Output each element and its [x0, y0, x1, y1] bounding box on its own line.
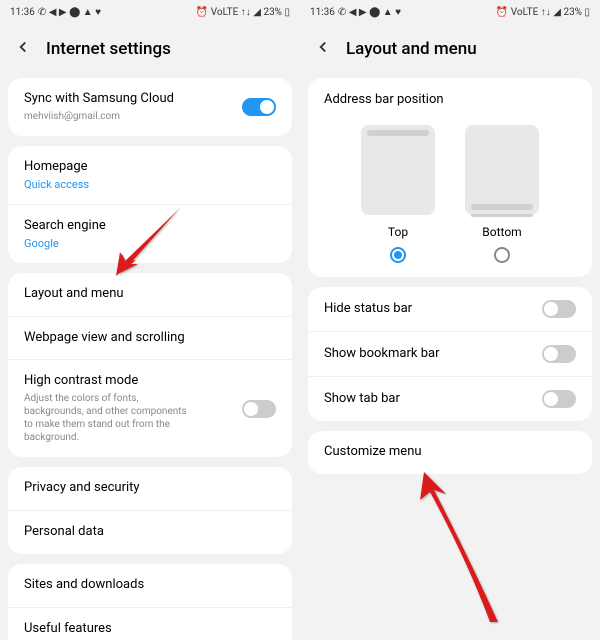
status-bar: 11:36 ✆ ◀ ▶ ⬤ ▲ ♥ ⏰ VoLTE ↑↓ ◢ 23% ▯ — [0, 0, 300, 24]
customize-card: Customize menu — [308, 431, 592, 474]
hide-status-title: Hide status bar — [324, 301, 412, 318]
header: Internet settings — [0, 24, 300, 74]
customize-menu-item[interactable]: Customize menu — [308, 431, 592, 474]
layout-menu-item[interactable]: Layout and menu — [8, 273, 292, 317]
arrow-icon — [410, 470, 510, 630]
back-icon[interactable] — [14, 38, 46, 60]
customize-title: Customize menu — [324, 444, 576, 461]
status-right-icons: ⏰ VoLTE ↑↓ ◢ 23% ▯ — [496, 7, 590, 18]
privacy-item[interactable]: Privacy and security — [8, 467, 292, 511]
bars-card: Hide status bar Show bookmark bar Show t… — [308, 287, 592, 421]
display-card: Layout and menu Webpage view and scrolli… — [8, 273, 292, 458]
status-left-icons: ✆ ◀ ▶ ⬤ ▲ ♥ — [38, 7, 101, 18]
bottom-option[interactable]: Bottom — [465, 125, 539, 263]
homepage-title: Homepage — [24, 159, 276, 176]
layout-menu-screen: 11:36 ✆ ◀ ▶ ⬤ ▲ ♥ ⏰ VoLTE ↑↓ ◢ 23% ▯ Lay… — [300, 0, 600, 640]
phone-preview-top-icon — [361, 125, 435, 215]
personal-data-item[interactable]: Personal data — [8, 511, 292, 554]
search-title: Search engine — [24, 218, 276, 235]
status-right-icons: ⏰ VoLTE ↑↓ ◢ 23% ▯ — [196, 7, 290, 18]
hide-status-item[interactable]: Hide status bar — [308, 287, 592, 332]
layout-title: Layout and menu — [24, 286, 276, 303]
page-title: Internet settings — [46, 39, 171, 59]
tab-bar-item[interactable]: Show tab bar — [308, 377, 592, 421]
features-card: Sites and downloads Useful features Labs — [8, 564, 292, 640]
address-bar-label: Address bar position — [308, 78, 592, 117]
tab-title: Show tab bar — [324, 391, 400, 408]
privacy-title: Privacy and security — [24, 480, 276, 497]
homepage-sub: Quick access — [24, 178, 276, 191]
bottom-radio[interactable] — [494, 247, 510, 263]
bookmark-bar-item[interactable]: Show bookmark bar — [308, 332, 592, 377]
status-time: 11:36 — [10, 7, 35, 18]
useful-item[interactable]: Useful features — [8, 608, 292, 640]
hide-status-toggle[interactable] — [542, 300, 576, 318]
page-title: Layout and menu — [346, 39, 477, 59]
status-bar: 11:36 ✆ ◀ ▶ ⬤ ▲ ♥ ⏰ VoLTE ↑↓ ◢ 23% ▯ — [300, 0, 600, 24]
top-radio[interactable] — [390, 247, 406, 263]
address-bar-options: Top Bottom — [308, 117, 592, 277]
back-icon[interactable] — [314, 38, 346, 60]
contrast-desc: Adjust the colors of fonts, backgrounds,… — [24, 392, 242, 444]
privacy-card: Privacy and security Personal data — [8, 467, 292, 554]
status-time: 11:36 — [310, 7, 335, 18]
useful-title: Useful features — [24, 621, 276, 638]
sites-title: Sites and downloads — [24, 577, 276, 594]
search-sub: Google — [24, 237, 276, 250]
webpage-title: Webpage view and scrolling — [24, 330, 276, 347]
top-option[interactable]: Top — [361, 125, 435, 263]
homepage-item[interactable]: Homepage Quick access — [8, 146, 292, 205]
browsing-card: Homepage Quick access Search engine Goog… — [8, 146, 292, 263]
contrast-title: High contrast mode — [24, 373, 242, 390]
sync-card: Sync with Samsung Cloud mehviish@gmail.c… — [8, 78, 292, 136]
sites-item[interactable]: Sites and downloads — [8, 564, 292, 608]
sync-title: Sync with Samsung Cloud — [24, 91, 242, 108]
personal-title: Personal data — [24, 524, 276, 541]
sync-item[interactable]: Sync with Samsung Cloud mehviish@gmail.c… — [8, 78, 292, 136]
sync-sub: mehviish@gmail.com — [24, 110, 242, 123]
contrast-toggle[interactable] — [242, 400, 276, 418]
internet-settings-screen: 11:36 ✆ ◀ ▶ ⬤ ▲ ♥ ⏰ VoLTE ↑↓ ◢ 23% ▯ Int… — [0, 0, 300, 640]
bottom-label: Bottom — [482, 225, 521, 239]
phone-preview-bottom-icon — [465, 125, 539, 215]
webpage-view-item[interactable]: Webpage view and scrolling — [8, 317, 292, 361]
top-label: Top — [388, 225, 408, 239]
high-contrast-item[interactable]: High contrast mode Adjust the colors of … — [8, 360, 292, 457]
bookmark-toggle[interactable] — [542, 345, 576, 363]
address-bar-card: Address bar position Top Bottom — [308, 78, 592, 277]
bookmark-title: Show bookmark bar — [324, 346, 439, 363]
tab-toggle[interactable] — [542, 390, 576, 408]
search-engine-item[interactable]: Search engine Google — [8, 205, 292, 263]
sync-toggle[interactable] — [242, 98, 276, 116]
header: Layout and menu — [300, 24, 600, 74]
status-left-icons: ✆ ◀ ▶ ⬤ ▲ ♥ — [338, 7, 401, 18]
